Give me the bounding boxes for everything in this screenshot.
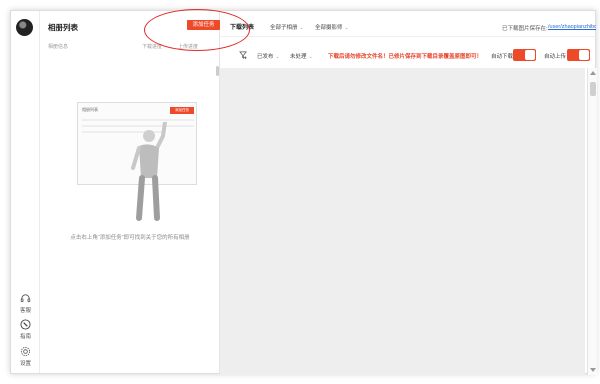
nav-rail: 客服 指南 设置 <box>11 11 40 373</box>
settings-label: 设置 <box>19 361 31 367</box>
tab-download-list-label: 下载列表 <box>230 25 255 31</box>
support-button[interactable]: 客服 <box>11 293 40 314</box>
save-path-label: 已下载图片保存在: <box>502 26 548 32</box>
auto-download-toggle[interactable] <box>513 49 536 61</box>
main-area: 下载列表 全部子相册 ⌄ 全部摄影师 ⌄ 已下载图片保存在: /user/zhaop… <box>220 11 597 375</box>
settings-button[interactable]: 设置 <box>11 346 40 367</box>
headset-icon <box>20 294 31 303</box>
album-list-scrollbar[interactable] <box>216 66 219 76</box>
process-filter-dropdown[interactable]: 未处理 ⌄ <box>290 52 313 60</box>
empty-state-hint: 点击右上角“添加任务”即可找到关于您的所有相册 <box>70 235 190 241</box>
support-label: 客服 <box>19 308 31 314</box>
column-upload-progress: 上传进度 <box>178 44 199 50</box>
column-download-progress: 下载进度 <box>142 44 163 50</box>
scrollbar-thumb[interactable] <box>590 82 596 96</box>
process-filter-value: 未处理 <box>290 54 307 60</box>
filter-icon[interactable] <box>239 51 248 60</box>
empty-state-illustration: 相册列表 添加任务 <box>77 102 197 221</box>
toggle-knob <box>525 50 535 60</box>
tab-all-sub-albums[interactable]: 全部子相册 ⌄ <box>270 23 304 31</box>
album-list-panel: 相册列表 添加任务 相册信息 下载进度 上传进度 相册列表 添加任务 点击右上角… <box>40 11 220 373</box>
chevron-down-icon: ⌄ <box>275 54 280 60</box>
filter-toolbar: 已发布 ⌄ 未处理 ⌄ 下载后请勿修改文件名！已修片保存到下载目录覆盖原图即可！ 自… <box>220 47 597 65</box>
main-scrollbar[interactable] <box>587 68 597 375</box>
scroll-up-arrow-icon[interactable] <box>590 71 596 75</box>
tab-all-photographers-label: 全部摄影师 <box>315 25 343 31</box>
status-filter-value: 已发布 <box>257 54 274 60</box>
column-album-info: 相册信息 <box>48 44 69 50</box>
auto-upload-label: 自动上传 <box>544 54 567 60</box>
chevron-down-icon: ⌄ <box>344 25 349 31</box>
rename-warning: 下载后请勿修改文件名！已修片保存到下载目录覆盖原图即可！ <box>328 54 483 60</box>
auto-upload-toggle[interactable] <box>567 49 590 61</box>
illustration-card-button: 添加任务 <box>170 107 194 114</box>
guide-button[interactable]: 指南 <box>11 319 40 340</box>
avatar[interactable] <box>16 19 33 36</box>
compass-icon <box>20 319 31 330</box>
scroll-down-arrow-icon[interactable] <box>590 368 596 372</box>
illustration-card-title: 相册列表 <box>82 107 98 112</box>
chevron-down-icon: ⌄ <box>308 54 313 60</box>
tab-download-list[interactable]: 下载列表 <box>230 22 254 31</box>
status-filter-dropdown[interactable]: 已发布 ⌄ <box>257 52 280 60</box>
tab-all-sub-albums-label: 全部子相册 <box>270 25 298 31</box>
save-path-link[interactable]: /user/zhaopianzhibo/Apps <box>548 24 596 30</box>
illustration-line <box>82 119 194 121</box>
top-tab-bar: 下载列表 全部子相册 ⌄ 全部摄影师 ⌄ 已下载图片保存在: /user/zhaop… <box>220 11 597 37</box>
tab-all-photographers[interactable]: 全部摄影师 ⌄ <box>315 23 349 31</box>
person-pointing-figure <box>131 122 167 221</box>
toggle-knob <box>579 50 589 60</box>
app-window: 客服 指南 设置 相册列表 添加任务 相册信息 下载进度 上传进度 相册列表 添… <box>10 9 597 375</box>
add-task-button[interactable]: 添加任务 <box>187 20 220 30</box>
auto-download-label: 自动下载 <box>491 54 514 60</box>
chevron-down-icon: ⌄ <box>299 25 304 31</box>
download-list-content <box>220 68 585 375</box>
guide-label: 指南 <box>19 334 31 340</box>
gear-icon <box>20 346 31 357</box>
album-list-title: 相册列表 <box>48 23 78 32</box>
